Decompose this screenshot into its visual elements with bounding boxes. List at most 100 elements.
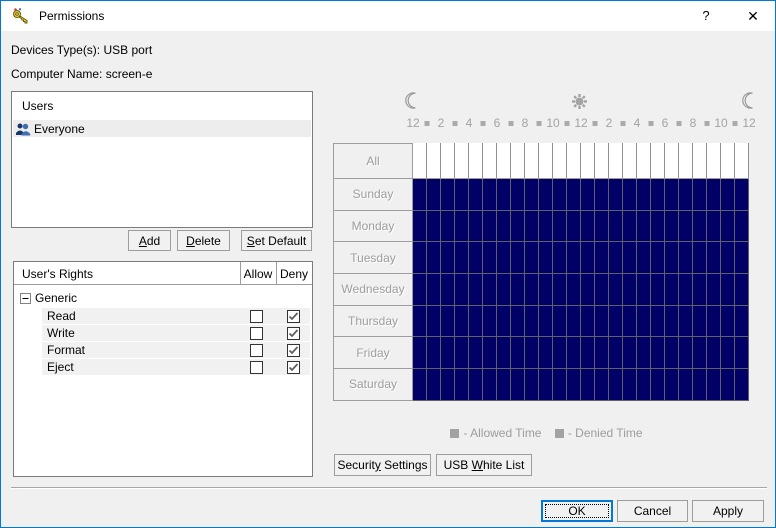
day-cells-friday[interactable] xyxy=(413,337,749,369)
time-cell[interactable] xyxy=(567,337,581,368)
time-cell[interactable] xyxy=(651,242,665,273)
day-cells-saturday[interactable] xyxy=(413,369,749,401)
deny-checkbox-write[interactable] xyxy=(287,327,300,340)
time-cell[interactable] xyxy=(469,274,483,305)
time-cell[interactable] xyxy=(539,242,553,273)
time-cell[interactable] xyxy=(665,369,679,400)
time-cell[interactable] xyxy=(707,337,721,368)
time-cell[interactable] xyxy=(455,369,469,400)
time-cell[interactable] xyxy=(623,179,637,210)
time-cell[interactable] xyxy=(581,306,595,337)
time-cell[interactable] xyxy=(651,306,665,337)
time-cell[interactable] xyxy=(707,306,721,337)
time-cell[interactable] xyxy=(679,211,693,242)
time-cell[interactable] xyxy=(637,369,651,400)
time-cell[interactable] xyxy=(511,306,525,337)
time-cell[interactable] xyxy=(427,179,441,210)
time-cell[interactable] xyxy=(455,337,469,368)
time-cell[interactable] xyxy=(525,337,539,368)
time-cell[interactable] xyxy=(581,274,595,305)
time-cell[interactable] xyxy=(413,337,427,368)
time-cell[interactable] xyxy=(665,337,679,368)
time-cell[interactable] xyxy=(637,306,651,337)
time-cell[interactable] xyxy=(441,179,455,210)
users-list[interactable]: Users Everyone xyxy=(11,91,313,228)
time-cell[interactable] xyxy=(721,306,735,337)
time-cell[interactable] xyxy=(735,274,749,305)
time-cell[interactable] xyxy=(651,274,665,305)
time-cell[interactable] xyxy=(595,179,609,210)
time-cell[interactable] xyxy=(427,211,441,242)
time-cell[interactable] xyxy=(679,306,693,337)
time-cell[interactable] xyxy=(679,274,693,305)
time-cell[interactable] xyxy=(427,306,441,337)
time-cell[interactable] xyxy=(609,143,623,178)
time-cell[interactable] xyxy=(511,242,525,273)
time-cell[interactable] xyxy=(539,179,553,210)
time-cell[interactable] xyxy=(441,242,455,273)
time-cell[interactable] xyxy=(413,143,427,178)
time-cell[interactable] xyxy=(525,274,539,305)
time-cell[interactable] xyxy=(665,306,679,337)
time-cell[interactable] xyxy=(497,242,511,273)
set-default-button[interactable]: Set Default xyxy=(241,230,312,251)
time-cell[interactable] xyxy=(609,306,623,337)
time-cell[interactable] xyxy=(623,369,637,400)
time-cell[interactable] xyxy=(567,211,581,242)
time-cell[interactable] xyxy=(483,211,497,242)
delete-button[interactable]: Delete xyxy=(177,230,230,251)
security-settings-button[interactable]: Security Settings xyxy=(334,454,431,476)
time-cell[interactable] xyxy=(637,211,651,242)
time-cell[interactable] xyxy=(651,143,665,178)
time-cell[interactable] xyxy=(469,211,483,242)
apply-button[interactable]: Apply xyxy=(692,500,764,522)
deny-checkbox-read[interactable] xyxy=(287,310,300,323)
time-cell[interactable] xyxy=(735,369,749,400)
time-cell[interactable] xyxy=(651,369,665,400)
day-cells-thursday[interactable] xyxy=(413,306,749,338)
time-cell[interactable] xyxy=(581,211,595,242)
time-cell[interactable] xyxy=(595,274,609,305)
add-button[interactable]: Add xyxy=(128,230,171,251)
time-cell[interactable] xyxy=(595,143,609,178)
time-cell[interactable] xyxy=(623,306,637,337)
time-cell[interactable] xyxy=(525,211,539,242)
schedule-row-label-tuesday[interactable]: Tuesday xyxy=(333,242,413,274)
time-cell[interactable] xyxy=(735,337,749,368)
time-cell[interactable] xyxy=(483,369,497,400)
time-cell[interactable] xyxy=(665,274,679,305)
time-cell[interactable] xyxy=(511,143,525,178)
time-cell[interactable] xyxy=(609,369,623,400)
time-cell[interactable] xyxy=(581,337,595,368)
time-cell[interactable] xyxy=(707,242,721,273)
time-cell[interactable] xyxy=(553,211,567,242)
time-cell[interactable] xyxy=(539,274,553,305)
time-cell[interactable] xyxy=(721,179,735,210)
time-cell[interactable] xyxy=(679,369,693,400)
schedule-row-label-sunday[interactable]: Sunday xyxy=(333,179,413,211)
time-cell[interactable] xyxy=(735,143,749,178)
time-cell[interactable] xyxy=(427,274,441,305)
time-cell[interactable] xyxy=(693,211,707,242)
time-cell[interactable] xyxy=(497,274,511,305)
time-cell[interactable] xyxy=(595,369,609,400)
time-cell[interactable] xyxy=(679,242,693,273)
time-cell[interactable] xyxy=(525,369,539,400)
time-cell[interactable] xyxy=(581,143,595,178)
time-cell[interactable] xyxy=(693,274,707,305)
time-cell[interactable] xyxy=(623,242,637,273)
time-cell[interactable] xyxy=(623,211,637,242)
time-cell[interactable] xyxy=(455,143,469,178)
time-cell[interactable] xyxy=(707,211,721,242)
help-button[interactable]: ? xyxy=(690,1,722,31)
time-cell[interactable] xyxy=(721,143,735,178)
time-cell[interactable] xyxy=(637,274,651,305)
user-row-everyone[interactable]: Everyone xyxy=(13,120,311,137)
time-cell[interactable] xyxy=(637,337,651,368)
time-cell[interactable] xyxy=(483,143,497,178)
time-cell[interactable] xyxy=(511,179,525,210)
schedule-row-label-all[interactable]: All xyxy=(333,143,413,179)
time-cell[interactable] xyxy=(427,337,441,368)
time-cell[interactable] xyxy=(441,143,455,178)
time-cell[interactable] xyxy=(679,179,693,210)
